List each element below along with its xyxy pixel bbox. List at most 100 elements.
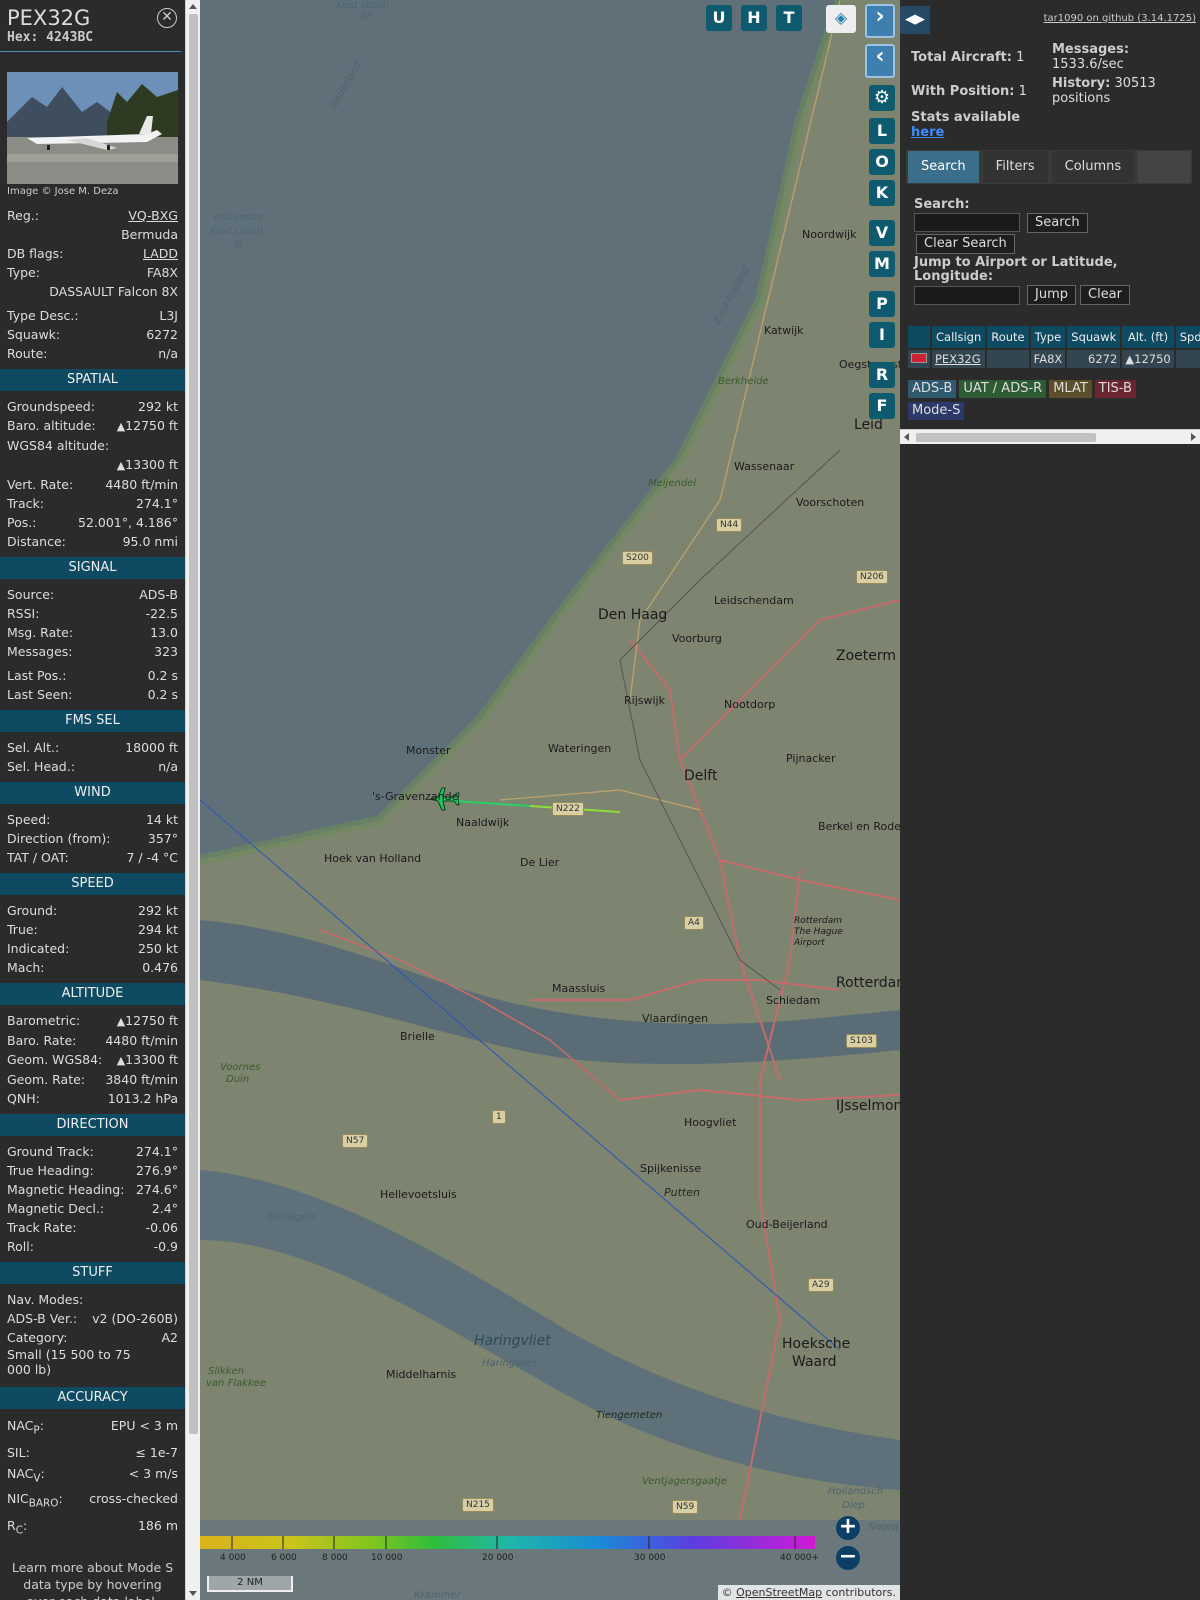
map-label: Rotterdam <box>836 975 900 991</box>
map-button-m[interactable]: M <box>869 251 895 277</box>
total-aircraft: Total Aircraft: 1 <box>911 50 1025 65</box>
altitude-tick: 6 000 <box>271 1553 297 1563</box>
map-label: Kust (zuid) <box>336 0 390 11</box>
jump-label: Jump to Airport or Latitude, Longitude: <box>914 255 1118 284</box>
zoom-out-button[interactable]: − <box>836 1546 860 1570</box>
zoom-in-button[interactable]: + <box>836 1516 860 1540</box>
osm-link[interactable]: OpenStreetMap <box>736 1586 822 1599</box>
table-header-type[interactable]: Type <box>1030 326 1066 348</box>
map-button-u[interactable]: U <box>706 5 732 31</box>
map-label: IV <box>360 12 370 23</box>
map-label: Nootdorp <box>724 698 776 711</box>
table-row[interactable]: PEX32G FA8X 6272 ▲12750 <box>908 350 1200 368</box>
map-label: Krammer <box>414 1590 461 1600</box>
row-speed-ground: Ground: 292 kt <box>7 903 178 918</box>
row-callsign[interactable]: PEX32G <box>932 350 986 368</box>
map-button-h[interactable]: H <box>741 5 767 31</box>
map-label: III <box>234 240 243 251</box>
row-tat-oat: TAT / OAT: 7 / -4 °C <box>7 850 178 865</box>
scroll-down-icon[interactable] <box>189 1591 197 1596</box>
tab-filters[interactable]: Filters <box>982 151 1048 183</box>
road-shield: N206 <box>856 570 888 584</box>
detail-row-type: Type: FA8X <box>7 265 178 280</box>
info-panel-scrollbar[interactable] <box>185 0 200 1600</box>
map-button-p[interactable]: P <box>869 291 895 317</box>
scroll-right-icon[interactable] <box>1191 433 1196 441</box>
map-button-v[interactable]: V <box>869 220 895 246</box>
row-sil: SIL: ≤ 1e-7 <box>7 1444 178 1460</box>
row-wind-direction: Direction (from): 357° <box>7 831 178 846</box>
row-speed <box>1175 350 1200 368</box>
settings-button[interactable]: ⚙ <box>869 85 895 111</box>
table-header-flag[interactable] <box>908 326 930 348</box>
collapse-button[interactable]: ‹ <box>865 44 895 78</box>
scrollbar-thumb[interactable] <box>189 14 198 1434</box>
map-label: Hollandse <box>214 212 264 223</box>
panel-tabs: Search Filters Columns <box>906 150 1192 184</box>
scrollbar-thumb[interactable] <box>916 433 1096 442</box>
gear-icon: ⚙ <box>873 87 891 108</box>
dbflags-link[interactable]: LADD <box>143 244 178 263</box>
map-label: Oud-Beijerland <box>746 1218 828 1231</box>
layers-button[interactable]: ◈ <box>826 5 856 33</box>
road-shield: S103 <box>846 1034 877 1048</box>
search-input[interactable] <box>914 213 1020 232</box>
table-header-route[interactable]: Route <box>987 326 1029 348</box>
aircraft-photo-image <box>7 72 178 184</box>
map-button-i[interactable]: I <box>869 322 895 348</box>
map-label: Katwijk <box>764 324 804 337</box>
expand-button[interactable]: › <box>865 4 895 38</box>
row-ground-track: Ground Track: 274.1° <box>7 1144 178 1159</box>
close-info-button[interactable]: ✕ <box>157 8 177 28</box>
map-button-o[interactable]: O <box>869 149 895 175</box>
scroll-up-icon[interactable] <box>189 4 197 9</box>
tab-search[interactable]: Search <box>908 151 979 183</box>
detail-row-squawk: Squawk: 6272 <box>7 327 178 342</box>
search-button[interactable]: Search <box>1027 213 1088 233</box>
map-label: Diep <box>842 1500 865 1511</box>
github-link[interactable]: tar1090 on github (3.14.1725) <box>1044 13 1196 24</box>
map-label: Wassenaar <box>734 460 795 473</box>
row-baro-altitude: Baro. altitude: ▲12750 ft <box>7 418 178 433</box>
row-true-heading: True Heading: 276.9° <box>7 1163 178 1178</box>
road-shield: A4 <box>684 916 704 930</box>
table-header-callsign[interactable]: Callsign <box>932 326 986 348</box>
map-button-f[interactable]: F <box>869 393 895 419</box>
source-legend: ADS-B UAT / ADS-R MLAT TIS-B Mode-S <box>908 380 1198 424</box>
with-position: With Position: 1 <box>911 84 1027 99</box>
map-button-t[interactable]: T <box>776 5 802 31</box>
row-track: Track: 274.1° <box>7 496 178 511</box>
scroll-left-icon[interactable] <box>904 433 909 441</box>
altitude-tick: 10 000 <box>371 1553 403 1563</box>
road-shield: S200 <box>622 551 653 565</box>
history-count: History: 30513 positions <box>1052 76 1156 106</box>
road-shield: 1 <box>492 1110 506 1124</box>
map-label: Zoeterm <box>836 648 897 664</box>
table-header-speed[interactable]: Spd <box>1175 326 1200 348</box>
selected-hex: Hex: 4243BC <box>7 30 94 45</box>
clear-search-button[interactable]: Clear Search <box>916 234 1015 254</box>
map-label: Rijswijk <box>624 694 665 707</box>
table-header-squawk[interactable]: Squawk <box>1067 326 1121 348</box>
row-mach: Mach: 0.476 <box>7 960 178 975</box>
map-label: Voorschoten <box>796 496 865 509</box>
section-accuracy: ACCURACY <box>0 1387 185 1409</box>
stats-link[interactable]: here <box>911 125 944 140</box>
registration-link[interactable]: VQ-BXG <box>128 206 178 225</box>
row-qnh: QNH: 1013.2 hPa <box>7 1091 178 1106</box>
toggle-sidebar-button[interactable]: ◀▶ <box>900 6 930 34</box>
side-panel: ◀▶ tar1090 on github (3.14.1725) Total A… <box>900 0 1200 1600</box>
map-button-r[interactable]: R <box>869 362 895 388</box>
jump-button[interactable]: Jump <box>1027 285 1076 305</box>
tab-columns[interactable]: Columns <box>1051 151 1135 183</box>
clear-button[interactable]: Clear <box>1080 285 1130 305</box>
table-header-altitude[interactable]: Alt. (ft) <box>1122 326 1174 348</box>
map-label: Delft <box>684 768 718 784</box>
map-button-l[interactable]: L <box>869 118 895 144</box>
map-canvas[interactable]: Den Haag Delft Rotterdam Zoeterm IJsselm… <box>200 0 900 1600</box>
flag-icon <box>908 350 930 368</box>
aircraft-photo[interactable] <box>7 72 178 184</box>
table-scrollbar[interactable] <box>900 429 1200 444</box>
jump-input[interactable] <box>914 286 1020 305</box>
map-button-k[interactable]: K <box>869 180 895 206</box>
